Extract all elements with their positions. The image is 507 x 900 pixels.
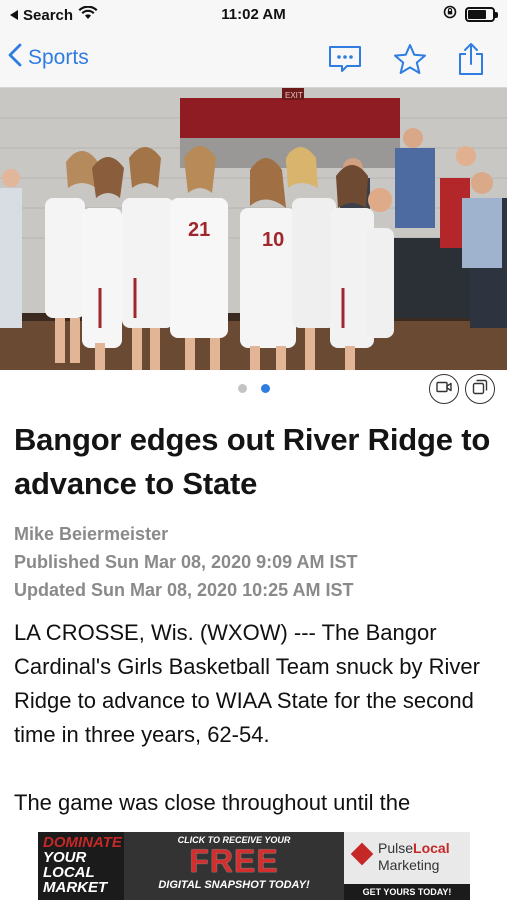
page-dot-2[interactable] — [260, 384, 270, 393]
article-author[interactable]: Mike Beiermeister — [14, 520, 498, 548]
article-header: Bangor edges out River Ridge to advance … — [14, 418, 498, 604]
page-dot-1[interactable] — [237, 384, 247, 393]
photo-carousel-controls — [0, 370, 507, 406]
gallery-icon — [472, 379, 488, 400]
ad-brand-local: Local — [413, 840, 450, 856]
ad-middle-panel: CLICK TO RECEIVE YOUR FREE DIGITAL SNAPS… — [124, 832, 344, 900]
status-bar: Search 11:02 AM — [0, 0, 507, 30]
back-button[interactable]: Sports — [8, 43, 89, 73]
article-headline: Bangor edges out River Ridge to advance … — [14, 422, 491, 501]
article-paragraph-1: LA CROSSE, Wis. (WXOW) --- The Bangor Ca… — [14, 620, 480, 747]
article-paragraph-2: The game was close throughout until the — [14, 790, 411, 815]
ad-right-panel: PulseLocal Marketing GET YOURS TODAY! — [344, 832, 470, 900]
comment-icon[interactable] — [327, 44, 363, 79]
article-body-viewport: LA CROSSE, Wis. (WXOW) --- The Bangor Ca… — [0, 600, 507, 826]
team-celebration-photo: EXIT 21 10 — [0, 88, 507, 370]
ad-get-yours-button[interactable]: GET YOURS TODAY! — [344, 884, 470, 900]
ad-brand-marketing: Marketing — [378, 857, 440, 873]
ad-brand: PulseLocal Marketing — [378, 840, 450, 874]
video-icon — [436, 380, 452, 398]
video-button[interactable] — [429, 374, 459, 404]
star-icon[interactable] — [393, 43, 427, 80]
clock: 11:02 AM — [221, 6, 286, 23]
jersey-number-10: 10 — [262, 229, 284, 251]
article-meta: Mike Beiermeister Published Sun Mar 08, … — [14, 520, 498, 604]
navigation-bar: Sports — [0, 30, 507, 88]
back-label: Sports — [28, 46, 89, 69]
ad-line-local: LOCAL — [43, 864, 95, 881]
rotation-lock-icon — [443, 5, 457, 24]
ad-free-text: FREE — [189, 843, 279, 879]
pulselocal-logo-icon — [350, 842, 374, 866]
share-icon[interactable] — [457, 42, 485, 81]
ad-brand-pulse: Pulse — [378, 840, 414, 856]
ad-snapshot-text: DIGITAL SNAPSHOT TODAY! — [158, 879, 310, 891]
article-body: LA CROSSE, Wis. (WXOW) --- The Bangor Ca… — [14, 616, 498, 826]
gallery-button[interactable] — [465, 374, 495, 404]
jersey-number-21: 21 — [188, 219, 210, 241]
exit-sign-text: EXIT — [285, 91, 303, 100]
published-date: Published Sun Mar 08, 2020 9:09 AM IST — [14, 552, 358, 572]
chevron-left-icon — [8, 43, 22, 73]
ad-line-market: MARKET — [43, 879, 108, 896]
battery-level — [468, 10, 486, 19]
ad-banner[interactable]: DOMINATE YOUR LOCAL MARKET CLICK TO RECE… — [38, 832, 470, 900]
battery-icon — [465, 7, 498, 22]
ad-line-your: YOUR — [43, 849, 87, 866]
article-photo[interactable]: EXIT 21 10 — [0, 88, 507, 370]
ad-left-panel: DOMINATE YOUR LOCAL MARKET — [38, 832, 124, 900]
ad-line-dominate: DOMINATE — [43, 834, 122, 851]
